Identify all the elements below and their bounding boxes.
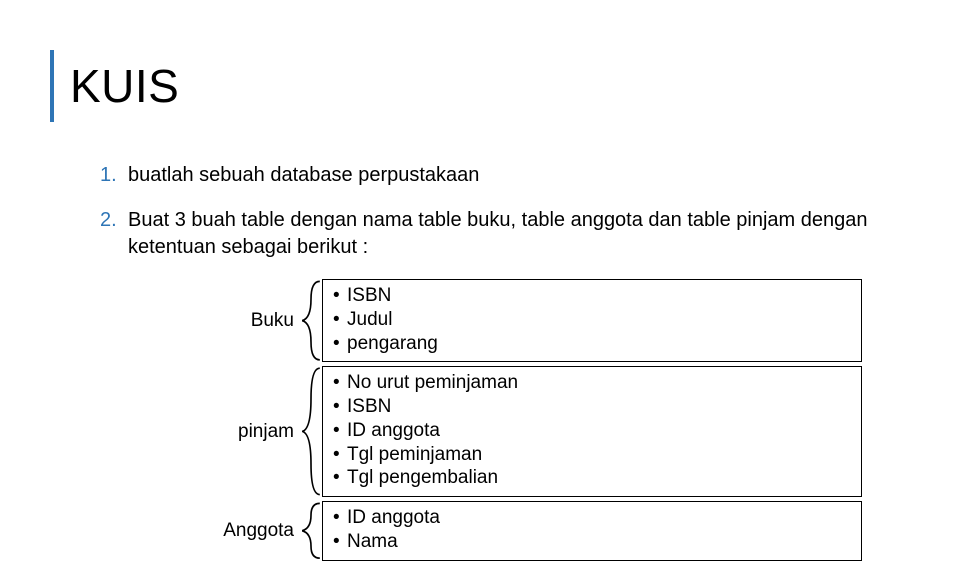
numbered-list: 1. buatlah sebuah database perpustakaan … [50,162,890,261]
table-fields-box: •No urut peminjaman •ISBN •ID anggota •T… [322,366,862,497]
field-text: ISBN [347,395,391,419]
field-text: Nama [347,530,398,554]
list-number: 1. [100,162,128,189]
field-item: •No urut peminjaman [333,371,851,395]
brace-icon [300,501,322,561]
list-number: 2. [100,207,128,261]
brace-icon [300,366,322,497]
field-item: •Tgl pengembalian [333,466,851,490]
table-row: Buku •ISBN •Judul •pengarang [170,279,890,362]
title-block: KUIS [50,50,890,122]
tables-group: Buku •ISBN •Judul •pengarang pinjam •No … [170,279,890,561]
field-item: •Tgl peminjaman [333,443,851,467]
list-item: 1. buatlah sebuah database perpustakaan [100,162,890,189]
field-item: •ID anggota [333,506,851,530]
table-row: Anggota •ID anggota •Nama [170,501,890,561]
slide: KUIS 1. buatlah sebuah database perpusta… [0,0,960,540]
field-item: •ID anggota [333,419,851,443]
field-text: ID anggota [347,506,440,530]
field-text: No urut peminjaman [347,371,518,395]
field-text: Tgl pengembalian [347,466,498,490]
field-item: •ISBN [333,284,851,308]
field-item: •Judul [333,308,851,332]
table-fields-box: •ISBN •Judul •pengarang [322,279,862,362]
field-text: ISBN [347,284,391,308]
table-row: pinjam •No urut peminjaman •ISBN •ID ang… [170,366,890,497]
list-item: 2. Buat 3 buah table dengan nama table b… [100,207,890,261]
slide-title: KUIS [70,59,179,113]
brace-icon [300,279,322,362]
field-text: pengarang [347,332,438,356]
field-text: Judul [347,308,392,332]
list-text: Buat 3 buah table dengan nama table buku… [128,207,890,261]
list-text: buatlah sebuah database perpustakaan [128,162,890,189]
field-item: •ISBN [333,395,851,419]
field-item: •Nama [333,530,851,554]
table-label: pinjam [170,421,300,443]
table-label: Buku [170,310,300,332]
field-item: •pengarang [333,332,851,356]
table-label: Anggota [170,520,300,542]
field-text: ID anggota [347,419,440,443]
title-accent-bar [50,50,54,122]
field-text: Tgl peminjaman [347,443,482,467]
table-fields-box: •ID anggota •Nama [322,501,862,561]
